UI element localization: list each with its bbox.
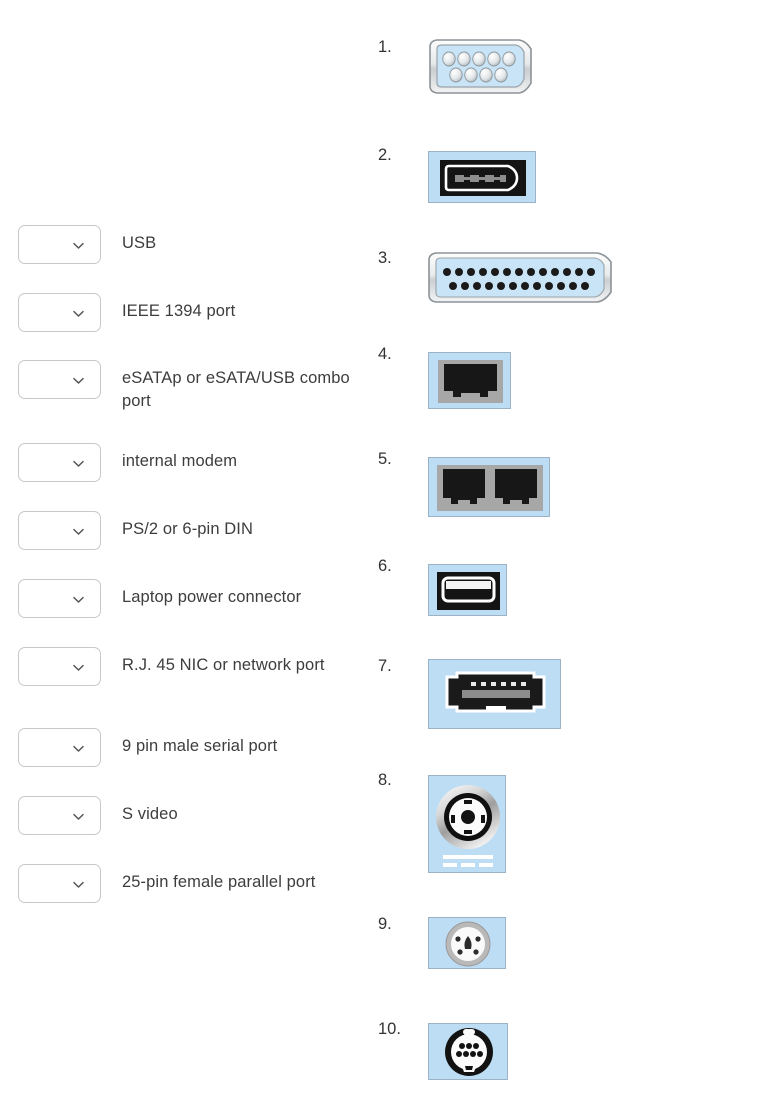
s-video-port-icon [428,917,506,969]
match-row-4: internal modem [18,443,368,482]
answer-dropdown-4[interactable] [18,443,101,482]
match-row-label: IEEE 1394 port [122,302,236,320]
chevron-down-icon [72,525,85,538]
chevron-down-icon [72,878,85,891]
rj11-modem-port-icon [428,457,550,517]
connector-number: 2. [378,146,392,164]
match-row-6: Laptop power connector [18,579,368,618]
match-row-1: USB [18,225,368,264]
match-row-label: eSATAp or eSATA/USB combo port [122,369,350,410]
chevron-down-icon [72,593,85,606]
esatap-port-icon [428,659,561,729]
match-row-label: S video [122,805,178,823]
connector-number: 9. [378,915,392,933]
match-row-label: R.J. 45 NIC or network port [122,656,325,674]
match-row-label: 25-pin female parallel port [122,873,316,891]
chevron-down-icon [72,742,85,755]
connector-number: 4. [378,345,392,363]
answer-dropdown-10[interactable] [18,864,101,903]
db25-parallel-port-icon [425,248,621,313]
answer-dropdown-8[interactable] [18,728,101,767]
chevron-down-icon [72,457,85,470]
connector-number: 5. [378,450,392,468]
ps2-mini-din-port-icon [428,1023,508,1080]
answer-dropdown-2[interactable] [18,293,101,332]
connector-number: 10. [378,1020,401,1038]
chevron-down-icon [72,810,85,823]
match-row-8: 9 pin male serial port [18,728,368,767]
answer-dropdown-5[interactable] [18,511,101,550]
ieee1394-firewire-port-icon [428,151,536,203]
connector-image-list: 1. 2. 3. 4. 5. 6. 7. 8. 9. 10. [370,0,766,1095]
match-row-label: USB [122,234,157,252]
chevron-down-icon [72,239,85,252]
answer-dropdown-list: USB IEEE 1394 port eSATAp or eSATA/USB c… [0,0,380,1095]
answer-dropdown-7[interactable] [18,647,101,686]
match-row-7: R.J. 45 NIC or network port [18,647,368,686]
chevron-down-icon [72,661,85,674]
match-row-5: PS/2 or 6-pin DIN [18,511,368,550]
match-row-label: 9 pin male serial port [122,737,278,755]
connector-number: 1. [378,38,392,56]
match-row-10: 25-pin female parallel port [18,864,368,903]
answer-dropdown-1[interactable] [18,225,101,264]
match-row-label: Laptop power connector [122,588,302,606]
db9-serial-port-icon [425,33,540,108]
chevron-down-icon [72,307,85,320]
connector-number: 3. [378,249,392,267]
rj45-network-port-icon [428,352,511,409]
connector-number: 6. [378,557,392,575]
answer-dropdown-9[interactable] [18,796,101,835]
usb-port-icon [428,564,507,616]
match-row-2: IEEE 1394 port [18,293,368,332]
chevron-down-icon [72,374,85,387]
match-row-3: eSATAp or eSATA/USB combo port [18,360,368,413]
connector-number: 7. [378,657,392,675]
answer-dropdown-3[interactable] [18,360,101,399]
connector-number: 8. [378,771,392,789]
answer-dropdown-6[interactable] [18,579,101,618]
match-row-9: S video [18,796,368,835]
match-row-label: internal modem [122,452,238,470]
laptop-power-connector-icon [428,775,506,873]
match-row-label: PS/2 or 6-pin DIN [122,520,254,538]
